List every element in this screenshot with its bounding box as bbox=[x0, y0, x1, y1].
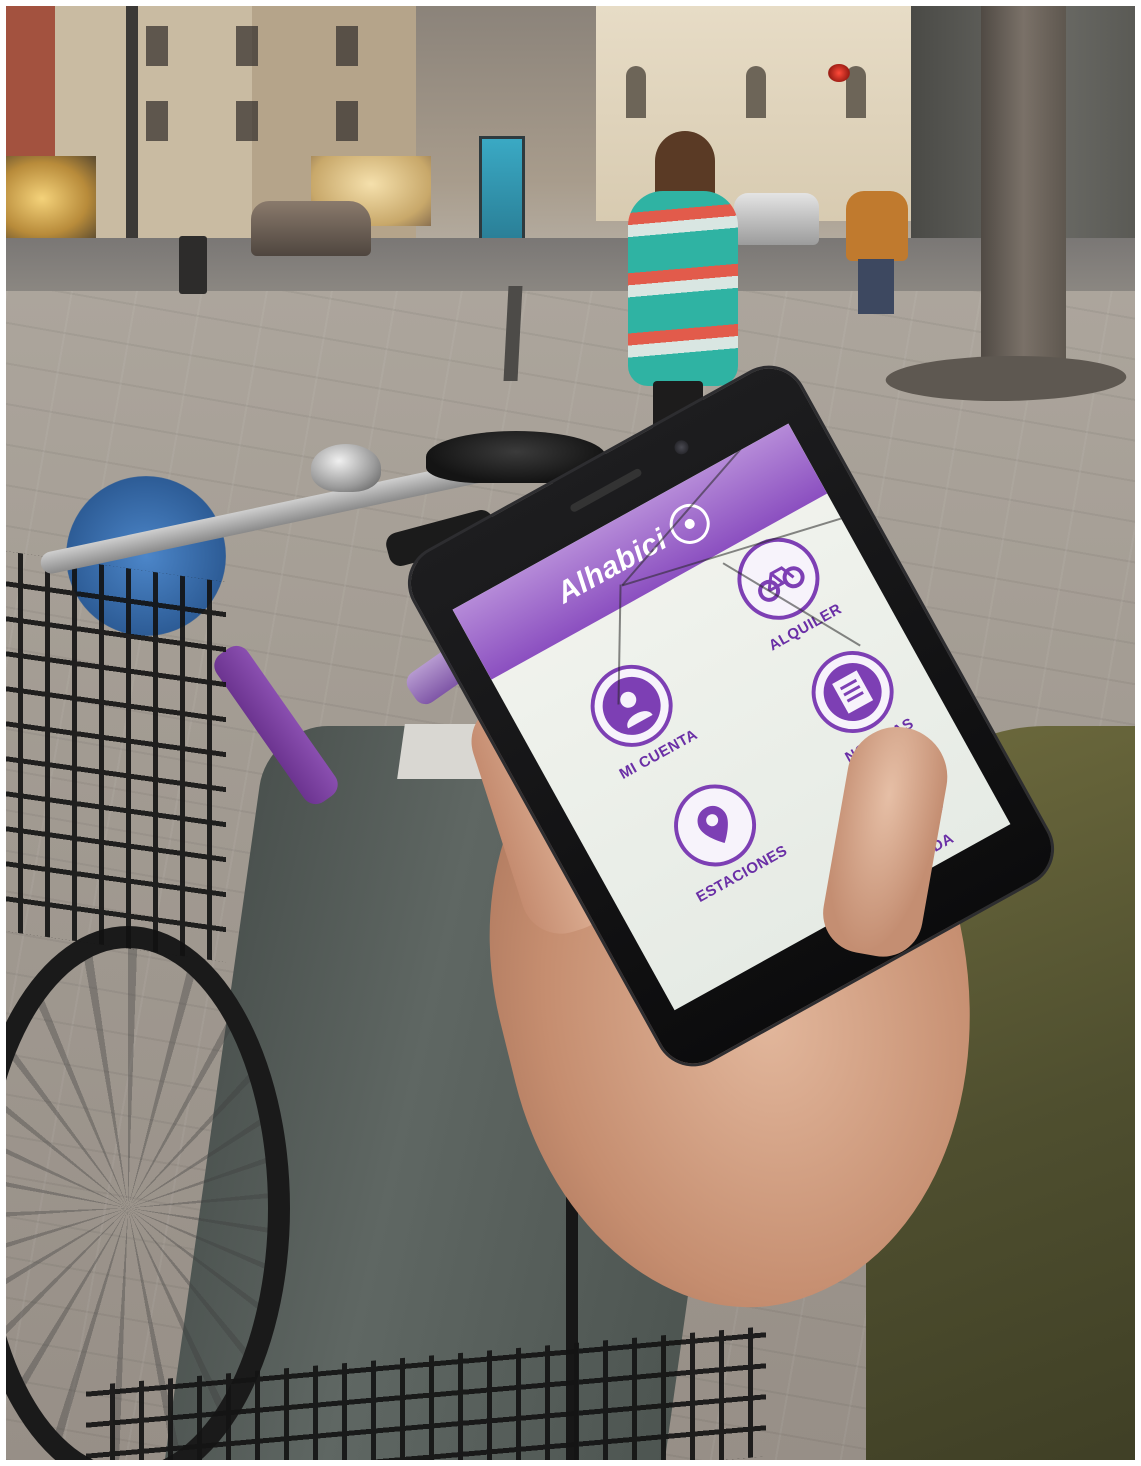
shop-window-light bbox=[6, 156, 96, 241]
road bbox=[6, 238, 1135, 298]
photo-frame: Alhabici ALQUILER MI CUENTA ESTACIONES bbox=[6, 6, 1135, 1460]
traffic-light bbox=[828, 64, 850, 82]
user-icon bbox=[592, 666, 672, 746]
parked-car bbox=[734, 193, 819, 245]
advertising-panel bbox=[479, 136, 525, 242]
parked-car bbox=[251, 201, 371, 256]
tree-trunk bbox=[981, 6, 1066, 391]
pedestrian-man bbox=[846, 181, 908, 314]
bike-bell bbox=[311, 444, 381, 492]
news-icon bbox=[813, 652, 893, 732]
bike-basket bbox=[6, 549, 226, 963]
trash-bin bbox=[179, 236, 207, 294]
